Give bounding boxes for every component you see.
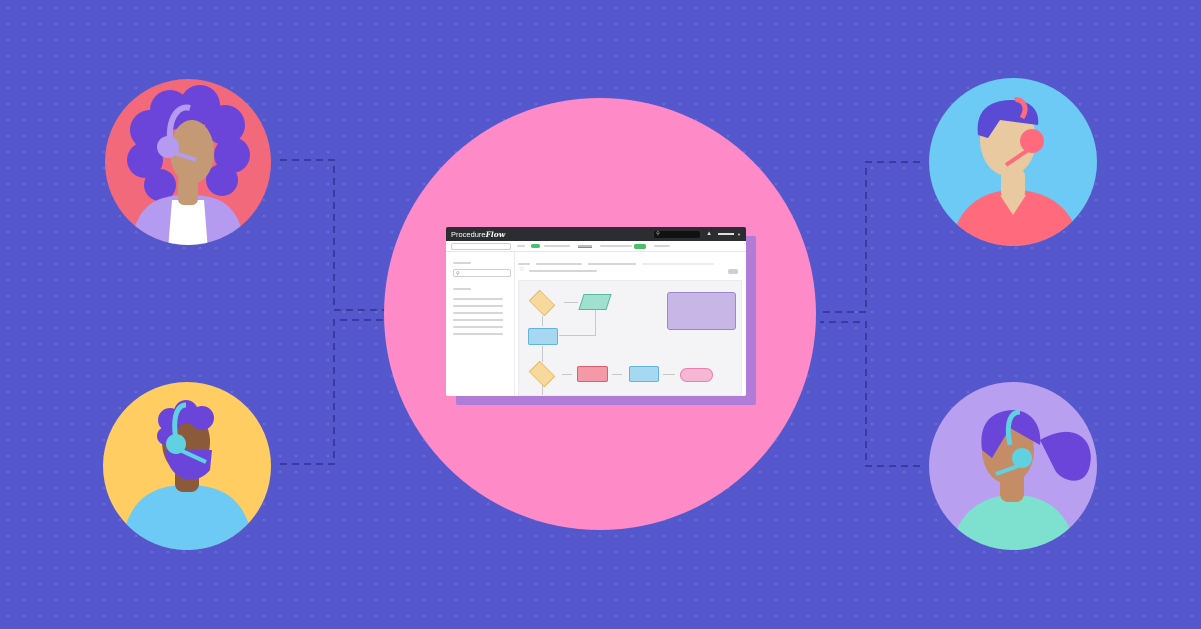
sidebar-item[interactable] xyxy=(453,326,503,328)
flow-line xyxy=(562,374,572,375)
connector-top-right xyxy=(820,161,920,313)
toolbar-text-3 xyxy=(654,245,670,247)
toolbar-label xyxy=(517,245,525,247)
app-main: ☆ xyxy=(514,252,746,396)
app-sidebar: ⚲ xyxy=(446,252,515,396)
avatar-bottom-right xyxy=(929,382,1097,550)
sidebar-item[interactable] xyxy=(453,298,503,300)
breadcrumb[interactable] xyxy=(518,263,530,265)
avatar-top-right xyxy=(929,78,1097,246)
avatar-top-left xyxy=(105,79,271,245)
flow-line xyxy=(564,302,578,303)
avatar-bottom-left xyxy=(103,382,271,550)
star-icon[interactable]: ☆ xyxy=(519,266,525,273)
flow-line xyxy=(663,374,675,375)
breadcrumb[interactable] xyxy=(588,263,636,265)
flow-line xyxy=(559,335,596,336)
toolbar-text xyxy=(544,245,570,247)
breadcrumb xyxy=(642,263,714,265)
breadcrumb[interactable] xyxy=(536,263,582,265)
flow-decision-diamond[interactable] xyxy=(528,360,556,388)
app-window-mockup: Procedure Flow ⚲ ▲ ▼ ⚲ ☆ xyxy=(446,227,746,396)
sidebar-item[interactable] xyxy=(453,333,503,335)
app-logo: Procedure Flow xyxy=(451,230,505,239)
chevron-down-icon[interactable]: ▼ xyxy=(737,232,741,237)
flow-line xyxy=(612,374,622,375)
user-menu[interactable] xyxy=(718,233,735,235)
toolbar-toggle[interactable] xyxy=(531,244,540,248)
flow-note-box[interactable] xyxy=(667,292,736,330)
logo-text-procedure: Procedure xyxy=(451,229,486,239)
toolbar-text-2 xyxy=(600,245,632,247)
toolbar-tab-active[interactable] xyxy=(578,244,592,248)
logo-text-flow: Flow xyxy=(485,229,506,239)
flow-process-box[interactable] xyxy=(629,366,659,382)
sidebar-search-input[interactable]: ⚲ xyxy=(453,269,511,277)
sidebar-heading xyxy=(453,262,471,264)
topbar-search-box[interactable]: ⚲ xyxy=(654,230,701,238)
sidebar-item[interactable] xyxy=(453,305,503,307)
page-title xyxy=(529,270,597,272)
flow-input-parallelogram[interactable] xyxy=(578,294,612,310)
flow-line xyxy=(542,316,543,326)
toolbar-green-badge[interactable] xyxy=(634,243,646,249)
options-button[interactable] xyxy=(728,269,738,274)
flowchart-canvas[interactable] xyxy=(518,280,742,396)
app-topbar: Procedure Flow ⚲ ▲ ▼ xyxy=(446,227,746,241)
sidebar-section-label xyxy=(453,288,471,290)
flow-line xyxy=(595,310,596,335)
connector-bottom-right xyxy=(820,321,920,467)
sidebar-item[interactable] xyxy=(453,312,503,314)
toolbar-select[interactable] xyxy=(451,242,511,250)
flow-process-box[interactable] xyxy=(577,366,608,382)
flow-terminator-pill[interactable] xyxy=(680,368,713,382)
app-toolbar xyxy=(446,241,746,252)
flow-line xyxy=(542,346,543,362)
search-icon: ⚲ xyxy=(656,230,660,237)
connector-bottom-left xyxy=(280,319,385,465)
flow-decision-diamond[interactable] xyxy=(528,289,556,317)
sidebar-item[interactable] xyxy=(453,319,503,321)
bell-icon[interactable]: ▲ xyxy=(706,231,712,238)
flow-process-box[interactable] xyxy=(528,328,558,345)
connector-top-left xyxy=(280,159,385,311)
